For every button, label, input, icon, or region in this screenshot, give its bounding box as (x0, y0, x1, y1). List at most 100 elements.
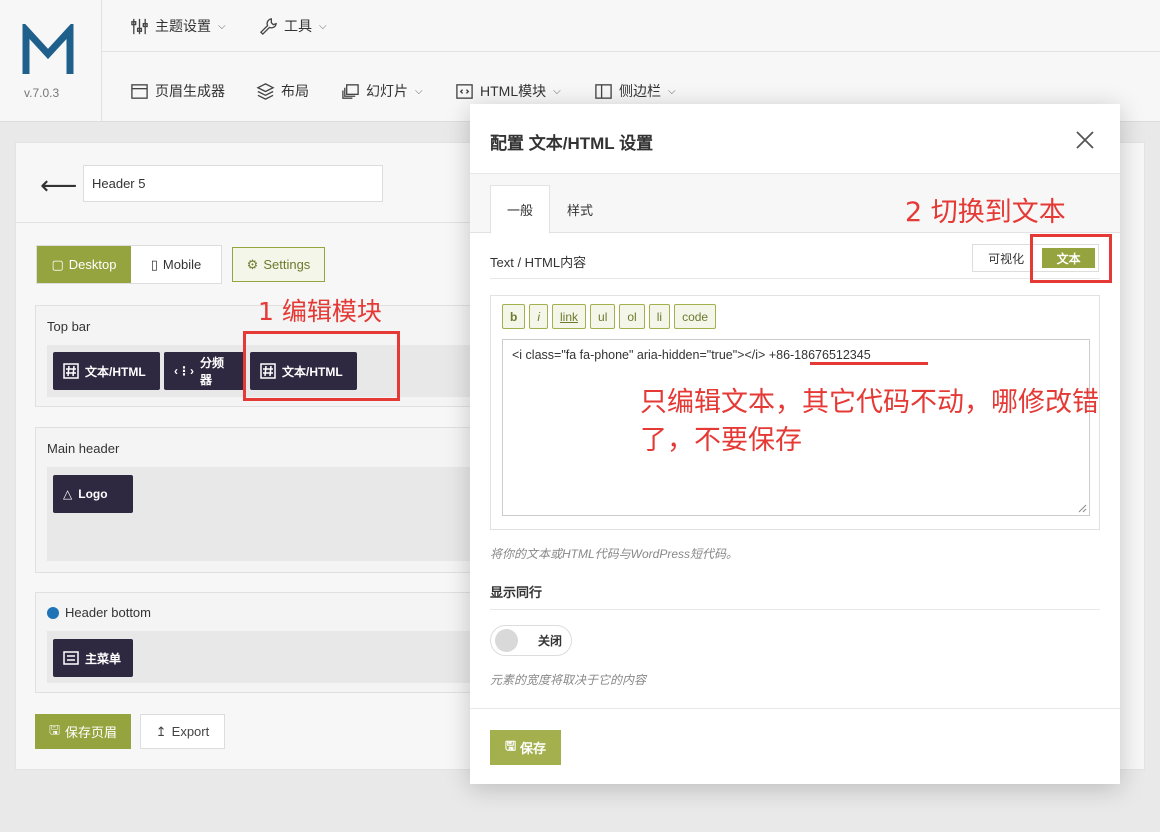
module-text-html[interactable]: 文本/HTML (53, 352, 160, 390)
sidebar-icon (595, 83, 612, 99)
menu-icon (63, 651, 79, 665)
annotation-step1: 1 编辑模块 (258, 297, 382, 326)
annotation-step2: 2 切换到文本 (905, 197, 1066, 228)
save-header-label: 保存页眉 (65, 725, 118, 740)
inline-display-label: 显示同行 (490, 585, 543, 600)
tab-general[interactable]: 一般 (490, 185, 550, 234)
nav-row-primary: 主题设置 ⌵ 工具 ⌵ (102, 0, 1160, 52)
section-main-header: Main header △ Logo (35, 427, 495, 573)
brand-logo-icon[interactable] (22, 24, 74, 76)
section-title: Main header (47, 441, 120, 456)
layers-icon (256, 82, 275, 100)
export-label: Export (171, 724, 210, 739)
slides-icon (342, 83, 359, 99)
divider (490, 278, 1100, 279)
chevron-down-icon: ⌵ (319, 20, 327, 32)
nav-tools-label: 工具 (284, 18, 312, 34)
module-logo[interactable]: △ Logo (53, 475, 133, 513)
export-button[interactable]: ↥ Export (140, 714, 225, 749)
modal-header: 配置 文本/HTML 设置 (470, 104, 1120, 174)
back-arrow-icon[interactable]: ⟵ (40, 172, 77, 198)
version-label: v.7.0.3 (24, 86, 60, 100)
nav-header-builder-label: 页眉生成器 (155, 83, 225, 99)
window-icon (131, 83, 148, 99)
logo-area: v.7.0.3 (0, 0, 102, 122)
sliders-icon (131, 18, 148, 34)
quicktags-toolbar: b i link ul ol li code (502, 304, 717, 329)
device-switcher: ▢ Desktop ▯ Mobile (36, 245, 222, 284)
hash-icon (63, 363, 79, 379)
chevron-down-icon: ⌵ (553, 85, 561, 97)
save-button-label: 保存 (520, 741, 547, 756)
mobile-button[interactable]: ▯ Mobile (131, 246, 221, 283)
section-title: Top bar (47, 319, 91, 334)
modal-title: 配置 文本/HTML 设置 (490, 134, 654, 153)
chevron-down-icon: ⌵ (415, 85, 423, 97)
module-label: 分频器 (200, 356, 225, 387)
monitor-icon: ▢ (51, 256, 64, 272)
save-icon: 🖫 (504, 737, 517, 753)
nav-tools[interactable]: 工具 ⌵ (259, 16, 327, 36)
quicktag-italic-button[interactable]: i (529, 304, 549, 329)
quicktag-ul-button[interactable]: ul (590, 304, 616, 329)
quicktag-li-button[interactable]: li (648, 304, 671, 329)
tab-style[interactable]: 样式 (556, 185, 604, 234)
annotation-note: 只编辑文本，其它代码不动，哪修改错了，不要保存 (640, 387, 1099, 456)
modal-footer: 🖫 保存 (470, 708, 1120, 784)
nav-slides[interactable]: 幻灯片 ⌵ (341, 81, 423, 101)
nav-theme-settings-label: 主题设置 (155, 18, 211, 34)
inline-help-text: 元素的宽度将取决于它的内容 (490, 673, 647, 687)
module-divider[interactable]: ‹⋮› 分频器 (164, 352, 245, 390)
save-icon: 🖫 (48, 721, 61, 737)
divider (15, 222, 475, 223)
text-html-label: Text / HTML内容 (490, 255, 587, 270)
annotation-underline (810, 362, 928, 365)
chevron-down-icon: ⌵ (668, 85, 676, 97)
quicktag-ol-button[interactable]: ol (619, 304, 645, 329)
nav-theme-settings[interactable]: 主题设置 ⌵ (130, 16, 226, 36)
content-phone-text: +86-18676512345 (768, 348, 871, 362)
module-label: 主菜单 (85, 651, 122, 666)
mobile-button-label: Mobile (162, 257, 202, 272)
module-main-menu[interactable]: 主菜单 (53, 639, 133, 677)
quicktag-link-button[interactable]: link (552, 304, 587, 329)
settings-button[interactable]: ⚙ Settings (232, 247, 325, 282)
upload-icon: ↥ (155, 723, 167, 739)
resize-handle-icon[interactable] (1078, 504, 1087, 513)
nav-sidebar[interactable]: 侧边栏 ⌵ (594, 81, 676, 101)
save-header-button[interactable]: 🖫 保存页眉 (35, 714, 131, 749)
nav-layout-label: 布局 (281, 83, 309, 99)
module-label: 文本/HTML (85, 364, 146, 379)
toggle-state-label: 关闭 (538, 634, 563, 648)
nav-header-builder[interactable]: 页眉生成器 (130, 81, 225, 101)
nav-html-module[interactable]: HTML模块 ⌵ (455, 81, 561, 101)
status-dot-icon (47, 606, 59, 619)
logo-icon: △ (63, 487, 73, 501)
nav-html-module-label: HTML模块 (480, 83, 547, 99)
code-icon (456, 83, 473, 99)
divider (490, 609, 1100, 610)
module-label: Logo (78, 487, 108, 501)
divider-icon: ‹⋮› (174, 364, 194, 378)
phone-icon: ▯ (150, 256, 158, 272)
close-icon[interactable] (1073, 128, 1097, 152)
wrench-icon (259, 17, 277, 35)
nav-layout[interactable]: 布局 (256, 81, 309, 101)
inline-toggle-switch[interactable]: 关闭 (490, 625, 572, 656)
section-title: Header bottom (47, 605, 151, 620)
content-code: <i class="fa fa-phone" aria-hidden="true… (512, 348, 766, 362)
toggle-knob (495, 629, 518, 652)
nav-slides-label: 幻灯片 (366, 83, 408, 99)
header-name-input[interactable] (83, 165, 383, 202)
save-button[interactable]: 🖫 保存 (490, 730, 561, 765)
help-text: 将你的文本或HTML代码与WordPress短代码。 (490, 547, 739, 561)
section-title-text: Header bottom (65, 605, 151, 620)
quicktag-code-button[interactable]: code (674, 304, 717, 329)
quicktag-bold-button[interactable]: b (502, 304, 526, 329)
section-header-bottom: Header bottom 主菜单 (35, 592, 495, 693)
settings-button-label: Settings (263, 257, 311, 272)
gear-icon: ⚙ (246, 256, 259, 272)
annotation-box-text-mode (1030, 234, 1112, 283)
desktop-button-label: Desktop (68, 257, 117, 272)
desktop-button[interactable]: ▢ Desktop (37, 246, 131, 283)
